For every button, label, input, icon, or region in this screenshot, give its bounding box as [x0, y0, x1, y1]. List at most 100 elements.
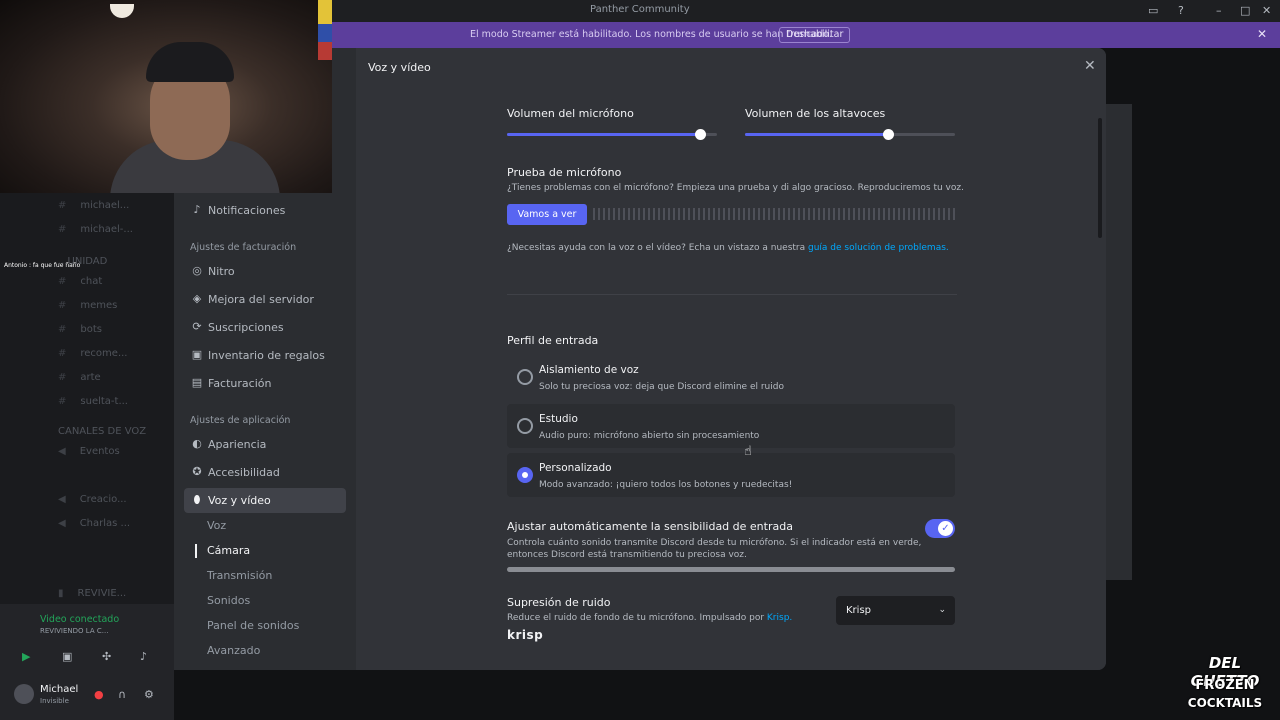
subscriptions-icon: ⟳ [192, 320, 202, 333]
help-text: ¿Necesitas ayuda con la voz o el vídeo? … [507, 243, 949, 253]
channel-item[interactable]: # michael-... [58, 224, 133, 235]
check-icon: ✓ [938, 521, 953, 536]
sidebar-item-accessibility[interactable]: ✪ Accesibilidad [184, 460, 346, 485]
mic-test-title: Prueba de micrófono [507, 166, 622, 179]
background-channels: # michael... # michael-... ...UNIDAD # chat… [48, 190, 174, 600]
settings-content: Voz y vídeo ✕ Volumen del micrófono Volu… [356, 48, 1106, 670]
card-icon: ▤ [191, 376, 203, 389]
sidebar-item-billing[interactable]: ▤ Facturación [184, 371, 346, 396]
close-settings-icon[interactable]: ✕ [1084, 58, 1096, 74]
nitro-icon: ◎ [192, 264, 202, 277]
subitem-voice[interactable]: Voz [207, 519, 226, 532]
banner-close-icon[interactable]: ✕ [1257, 27, 1267, 41]
channel-item[interactable]: # chat [58, 276, 102, 287]
profile-desc: Audio puro: micrófono abierto sin proces… [539, 431, 760, 441]
channel-item[interactable]: # recome... [58, 348, 127, 359]
speaker-volume-fill [745, 133, 888, 136]
screen-share-icon[interactable]: ▣ [62, 650, 72, 663]
voice-channel-item[interactable]: ▮ REVIVIE... [58, 588, 126, 599]
krisp-logo: krisp [507, 628, 544, 642]
profile-desc: Solo tu preciosa voz: deja que Discord e… [539, 382, 784, 392]
auto-sensitivity-toggle[interactable]: ✓ [925, 519, 955, 538]
sidebar-item-server-boost[interactable]: ◈ Mejora del servidor [184, 287, 346, 312]
background-member-panel [1106, 104, 1132, 580]
channel-item[interactable]: # suelta-t... [58, 396, 128, 407]
mic-volume-thumb[interactable] [695, 129, 707, 140]
channel-item[interactable]: # memes [58, 300, 117, 311]
streamer-mode-banner: El modo Streamer está habilitado. Los no… [332, 22, 1280, 48]
subitem-camera[interactable]: Cámara [194, 544, 250, 558]
mic-test-desc: ¿Tienes problemas con el micrófono? Empi… [507, 183, 964, 193]
subitem-advanced[interactable]: Avanzado [207, 644, 260, 657]
sidebar-item-voice-video[interactable]: ⬮ Voz y vídeo [184, 488, 346, 513]
mic-volume-slider[interactable] [507, 129, 717, 140]
noise-suppression-desc: Reduce el ruido de fondo de tu micrófono… [507, 613, 793, 623]
channel-item[interactable]: # bots [58, 324, 102, 335]
profile-option-custom[interactable]: Personalizado Modo avanzado: ¡quiero tod… [507, 453, 955, 497]
troubleshooting-link[interactable]: guía de solución de problemas. [808, 243, 949, 253]
speaker-volume-slider[interactable] [745, 129, 955, 140]
inbox-icon[interactable]: ▭ [1148, 4, 1158, 17]
overlay-logo: DEL GHETTO FROZEN COCKTAILS [1172, 652, 1278, 718]
microphone-icon: ⬮ [193, 493, 201, 506]
mic-test-meter [593, 208, 955, 220]
maximize-icon[interactable]: □ [1240, 4, 1250, 17]
channel-item[interactable]: # michael... [58, 200, 129, 211]
sidebar-item-gift-inventory[interactable]: ▣ Inventario de regalos [184, 343, 346, 368]
voice-channel-item[interactable]: ◀ Eventos [58, 446, 120, 457]
sidebar-item-appearance[interactable]: ◐ Apariencia [184, 432, 346, 457]
accessibility-icon: ✪ [192, 465, 202, 478]
radio-custom[interactable] [517, 467, 533, 483]
camera-icon[interactable]: ▶ [22, 650, 30, 663]
disable-streamer-button[interactable]: Deshabilitar [779, 27, 851, 43]
channel-item[interactable]: # arte [58, 372, 101, 383]
auto-sensitivity-desc-1: Controla cuánto sonido transmite Discord… [507, 538, 922, 548]
soundboard-icon[interactable]: ♪ [140, 650, 147, 663]
sidebar-item-subscriptions[interactable]: ⟳ Suscripciones [184, 315, 346, 340]
subitem-soundboard[interactable]: Panel de sonidos [207, 619, 299, 632]
radio-voice-isolation[interactable] [517, 369, 533, 385]
krisp-link[interactable]: Krisp. [767, 613, 792, 623]
window-close-icon[interactable]: ✕ [1262, 4, 1271, 17]
profile-option-voice-isolation[interactable]: Aislamiento de voz Solo tu preciosa voz:… [507, 355, 955, 399]
palette-icon: ◐ [192, 437, 202, 450]
user-settings-gear-icon[interactable]: ⚙ [144, 688, 154, 701]
mute-icon[interactable]: ● [94, 688, 104, 701]
profile-title: Estudio [539, 413, 578, 425]
bell-icon: ♪ [193, 203, 201, 216]
avatar[interactable] [14, 684, 34, 704]
gift-icon: ▣ [191, 348, 203, 361]
activities-icon[interactable]: ✣ [102, 650, 111, 663]
mic-test-button[interactable]: Vamos a ver [507, 204, 587, 225]
profile-desc: Modo avanzado: ¡quiero todos los botones… [539, 480, 793, 490]
sidebar-item-notifications[interactable]: ♪ Notificaciones [184, 198, 346, 223]
section-voice[interactable]: CANALES DE VOZ [58, 426, 146, 437]
streamer-mode-message: El modo Streamer está habilitado. Los no… [470, 29, 832, 40]
window-title: Panther Community [590, 4, 690, 15]
voice-channel-item[interactable]: ◀ Creacio... [58, 494, 127, 505]
boost-icon: ◈ [192, 292, 202, 305]
radio-studio[interactable] [517, 418, 533, 434]
noise-suppression-select[interactable]: Krisp ⌄ [836, 596, 955, 625]
subitem-sounds[interactable]: Sonidos [207, 594, 250, 607]
page-title: Voz y vídeo [368, 61, 431, 74]
logo-line-2: FROZEN [1195, 678, 1255, 693]
mic-volume-label: Volumen del micrófono [507, 107, 634, 120]
input-profile-title: Perfil de entrada [507, 334, 599, 347]
profile-title: Personalizado [539, 462, 612, 474]
profile-option-studio[interactable]: Estudio Audio puro: micrófono abierto si… [507, 404, 955, 448]
voice-channel-name: REVIVIENDO LA C... [40, 627, 109, 635]
subitem-streaming[interactable]: Transmisión [207, 569, 272, 582]
voice-status: Video conectado [40, 614, 120, 625]
billing-section-header: Ajustes de facturación [190, 242, 297, 253]
minimize-icon[interactable]: – [1216, 4, 1222, 17]
help-icon[interactable]: ? [1178, 4, 1184, 17]
headphones-icon[interactable]: ∩ [118, 688, 126, 701]
speaker-volume-label: Volumen de los altavoces [745, 107, 886, 120]
sidebar-item-nitro[interactable]: ◎ Nitro [184, 259, 346, 284]
sensitivity-meter[interactable] [507, 567, 955, 572]
voice-channel-item[interactable]: ◀ Charlas ... [58, 518, 130, 529]
content-scrollbar[interactable] [1098, 118, 1102, 238]
speaker-volume-thumb[interactable] [882, 129, 894, 140]
lamp-shape [110, 4, 134, 18]
